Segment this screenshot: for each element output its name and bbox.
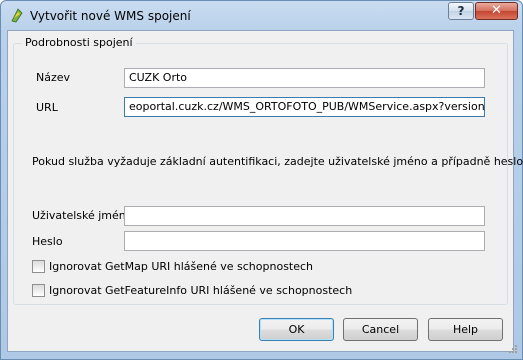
resize-grip-icon[interactable]: [508, 344, 518, 354]
name-label: Název: [36, 71, 71, 84]
auth-note: Pokud služba vyžaduje základní autentifi…: [32, 155, 523, 168]
name-field[interactable]: CUZK Orto: [124, 68, 485, 88]
ok-button[interactable]: OK: [259, 318, 334, 341]
ignore-getfeatureinfo-label[interactable]: Ignorovat GetFeatureInfo URI hlášené ve …: [49, 284, 352, 297]
ignore-getmap-label[interactable]: Ignorovat GetMap URI hlášené ve schopnos…: [49, 260, 313, 273]
title-help-button[interactable]: ?: [448, 2, 474, 20]
close-button[interactable]: ✕: [475, 2, 518, 20]
cancel-button[interactable]: Cancel: [343, 318, 418, 341]
ignore-getfeatureinfo-checkbox[interactable]: [32, 284, 45, 297]
title-bar[interactable]: Vytvořit nové WMS spojení ? ✕: [1, 1, 522, 31]
help-button[interactable]: Help: [428, 318, 503, 341]
group-title: Podrobnosti spojení: [22, 36, 136, 49]
window-title: Vytvořit nové WMS spojení: [30, 9, 191, 23]
username-field[interactable]: [124, 206, 485, 226]
url-label: URL: [36, 101, 58, 114]
qgis-icon: [9, 7, 25, 23]
url-field[interactable]: eoportal.cuzk.cz/WMS_ORTOFOTO_PUB/WMServ…: [124, 97, 485, 117]
password-field[interactable]: [124, 231, 485, 251]
ignore-getmap-checkbox[interactable]: [32, 260, 45, 273]
password-label: Heslo: [32, 235, 63, 248]
username-label: Uživatelské jméno: [32, 209, 133, 222]
